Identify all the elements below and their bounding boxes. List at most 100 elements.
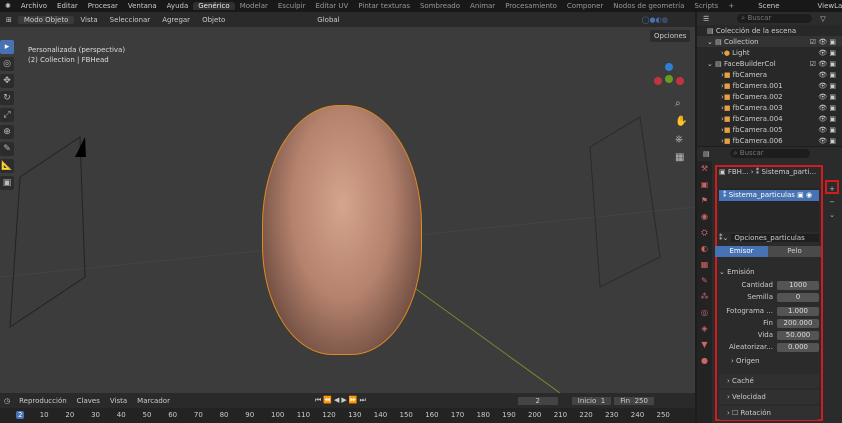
orientation-dropdown[interactable]: Global [311,16,345,24]
tab-pelo[interactable]: Pelo [768,246,821,257]
tab-scripts[interactable]: Scripts [689,2,723,10]
frame-end-field[interactable]: 200.000 [777,318,819,328]
scene-selector[interactable]: Scene [753,2,784,10]
settings-name-field[interactable]: Opciones_particulas [731,234,819,242]
outliner-item[interactable]: › ■ fbCamera.002 👁 ▣ [697,91,842,102]
list-item[interactable]: ⁑ Sistema_particulas ▣ ◉ [719,190,819,201]
menu-ventana[interactable]: Ventana [123,2,162,10]
annotate-tool-icon[interactable]: ✎ [0,142,14,156]
menu-objeto[interactable]: Objeto [196,16,231,24]
outliner-item[interactable]: ⌄ ▤ FaceBuilderCol ☑ 👁 ▣ [697,58,842,69]
outliner-item[interactable]: › ■ fbCamera.004 👁 ▣ [697,113,842,124]
menu-reproduccion[interactable]: Reproducción [14,397,72,405]
tab-componer[interactable]: Componer [562,2,608,10]
options-dropdown[interactable]: Opciones [650,30,691,42]
tab-procesamiento[interactable]: Procesamiento [500,2,562,10]
outliner-item[interactable]: › ● Light 👁 ▣ [697,47,842,58]
breadcrumb: ▣ FBH... › ⁑ Sistema_parti... [719,168,817,176]
cache-panel[interactable]: › Caché [719,374,819,388]
tab-animar[interactable]: Animar [465,2,500,10]
editor-type-icon[interactable]: ⊞ [0,16,18,24]
properties-search-input[interactable]: ⌕ Buscar [729,149,810,158]
tab-emisor[interactable]: Emisor [715,246,768,257]
playback-controls[interactable]: ⏮⏪◀▶⏩⏭ [315,396,368,405]
rotate-tool-icon[interactable]: ↻ [0,91,14,105]
rotation-panel[interactable]: › ☐ Rotación [719,406,819,420]
outliner-item[interactable]: › ■ fbCamera.001 👁 ▣ [697,80,842,91]
cursor-tool-icon[interactable]: ◎ [0,57,14,71]
frame-tick: 170 [450,411,465,419]
properties-tabs[interactable]: ⚒ ▣ ⚑ ◉ ⛭ ◐ ▦ ✎ ⁂ ◎ ◈ ▼ ● [697,161,712,423]
outliner-item[interactable]: › ■ fbCamera.005 👁 ▣ [697,124,842,135]
frame-start-field[interactable]: 1.000 [777,306,819,316]
menu-vista[interactable]: Vista [105,397,132,405]
cantidad-field[interactable]: 1000 [777,280,819,290]
3d-viewport[interactable]: Personalizada (perspectiva) (2) Collecti… [0,27,695,393]
field-label: Vida [757,331,773,339]
more-chevron-icon[interactable]: ⌄ [829,211,835,219]
menu-seleccionar[interactable]: Seleccionar [104,16,157,24]
tab-generico[interactable]: Genérico [193,2,235,10]
add-workspace-button[interactable]: + [723,2,739,10]
menu-editar[interactable]: Editar [52,2,83,10]
search-placeholder: Buscar [739,149,764,157]
filter-icon[interactable]: ▽ [820,15,825,23]
list-controls[interactable]: + − ⌄ [827,183,837,222]
start-frame-field[interactable]: Inicio 1 [571,396,612,405]
menu-claves[interactable]: Claves [72,397,105,405]
tab-sombreado[interactable]: Sombreado [415,2,465,10]
outliner-root[interactable]: ▤ Colección de la escena [697,25,842,36]
item-label: fbCamera.005 [732,125,783,134]
tab-modelar[interactable]: Modelar [235,2,273,10]
origin-subpanel[interactable]: › Origen [719,353,819,369]
current-frame-field[interactable]: 2 [517,396,558,405]
active-collection: (2) Collection | FBHead [28,56,109,64]
move-tool-icon[interactable]: ✥ [0,74,14,88]
menu-archivo[interactable]: Archivo [16,2,52,10]
measure-tool-icon[interactable]: 📐 [0,159,14,173]
timeline-editor-icon[interactable]: ◷ [0,397,14,405]
tab-editar-uv[interactable]: Editar UV [310,2,353,10]
menu-procesar[interactable]: Procesar [83,2,123,10]
remove-slot-button[interactable]: − [829,198,835,206]
viewlayer-selector[interactable]: ViewLayer [813,2,842,10]
outliner-item[interactable]: › ■ fbCamera 👁 ▣ [697,69,842,80]
semilla-field[interactable]: 0 [777,292,819,302]
menu-ayuda[interactable]: Ayuda [162,2,194,10]
transform-tool-icon[interactable]: ⊕ [0,125,14,139]
menu-agregar[interactable]: Agregar [156,16,196,24]
breadcrumb-object: FBH... [727,168,749,176]
frame-tick: 30 [91,411,101,419]
viewport-nav-icons[interactable]: ⌕ ✋ ⎈ ▦ [675,95,687,167]
tab-pintar-texturas[interactable]: Pintar texturas [353,2,415,10]
mode-dropdown[interactable]: Modo Objeto [17,15,75,24]
select-tool-icon[interactable]: ▸ [0,40,14,54]
lifetime-random-field[interactable]: 0.000 [777,342,819,352]
add-cube-tool-icon[interactable]: ▣ [0,176,14,190]
item-label: fbCamera.006 [732,136,783,145]
frame-ruler[interactable]: 2 10 20 30 40 50 60 70 80 90 100 110 120 130 140 150 160… [0,408,695,423]
scale-tool-icon[interactable]: ⤢ [0,108,14,122]
tab-esculpir[interactable]: Esculpir [273,2,311,10]
outliner-search-input[interactable]: ⌕ Buscar [737,14,813,23]
current-frame-marker[interactable]: 2 [16,411,25,419]
velocity-panel[interactable]: › Velocidad [719,390,819,404]
end-frame-field[interactable]: Fin 250 [614,396,654,405]
settings-type-icon[interactable]: ⁑⌄ [719,234,728,242]
menu-vista[interactable]: Vista [74,16,103,24]
editor-type-icon[interactable]: ▤ [703,150,710,158]
blender-logo-icon[interactable]: ✺ [0,2,16,10]
shading-buttons[interactable]: ◯●◐◍ [636,16,674,24]
emission-header[interactable]: ⌄ Emisión [719,265,819,279]
add-slot-button[interactable]: + [829,185,835,193]
fbhead-mesh[interactable] [262,105,422,355]
lifetime-field[interactable]: 50.000 [777,330,819,340]
outliner-item[interactable]: ⌄ ▤ Collection ☑ 👁 ▣ [697,36,842,47]
navigation-gizmo[interactable] [654,63,684,93]
particle-system-list[interactable]: ⁑ Sistema_particulas ▣ ◉ [719,188,819,232]
tab-nodos-geometria[interactable]: Nodos de geometría [608,2,689,10]
outliner-item[interactable]: › ■ fbCamera.003 👁 ▣ [697,102,842,113]
outliner-item[interactable]: › ■ fbCamera.006 👁 ▣ [697,135,842,146]
menu-marcador[interactable]: Marcador [132,397,175,405]
display-mode-icon[interactable]: ☰ [703,15,709,23]
